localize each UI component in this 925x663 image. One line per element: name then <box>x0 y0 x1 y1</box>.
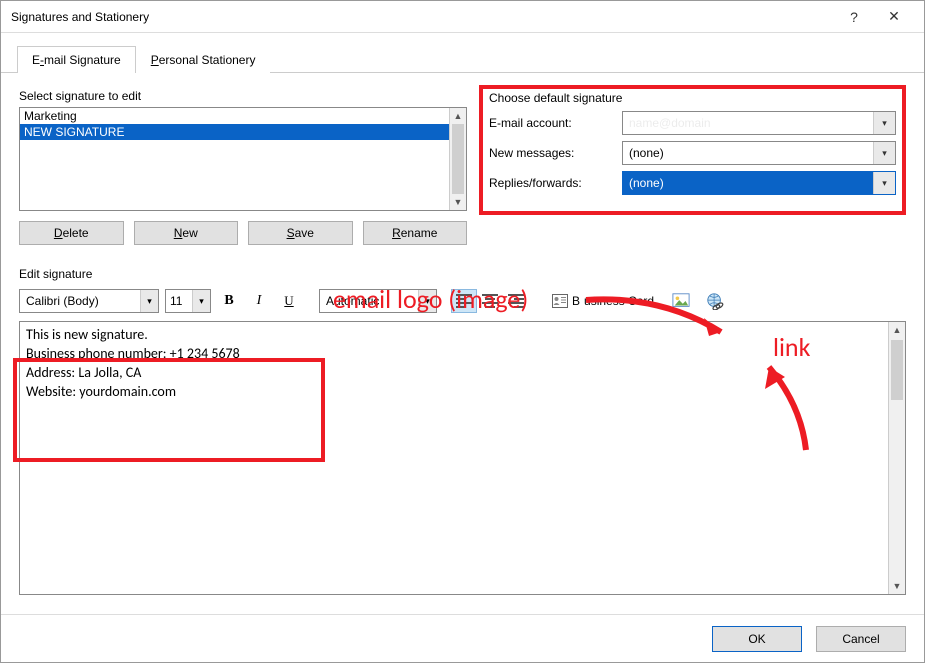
btn-text: ew <box>182 226 197 240</box>
align-left-button[interactable] <box>451 289 477 313</box>
scroll-down-icon[interactable]: ▼ <box>889 578 905 594</box>
color-value: Automatic <box>326 294 379 308</box>
email-account-label: E-mail account: <box>489 116 614 130</box>
select-value: (none) <box>629 146 664 160</box>
tab-label-part: E <box>32 53 40 67</box>
scroll-up-icon[interactable]: ▲ <box>450 108 466 124</box>
signature-editor[interactable]: This is new signature. Business phone nu… <box>19 321 906 595</box>
defaults-title: Choose default signature <box>489 91 896 105</box>
editor-toolbar: Calibri (Body) ▾ 11 ▾ B I U Automatic ▾ <box>19 287 906 315</box>
tab-label-part: mail Signature <box>44 53 121 67</box>
label-part: essages: <box>526 146 574 160</box>
align-center-button[interactable] <box>477 289 503 313</box>
cancel-button[interactable]: Cancel <box>816 626 906 652</box>
scroll-thumb[interactable] <box>891 340 903 400</box>
new-button[interactable]: New <box>134 221 239 245</box>
chevron-down-icon[interactable]: ▾ <box>418 290 436 312</box>
font-select[interactable]: Calibri (Body) ▾ <box>19 289 159 313</box>
dialog-body: Select signature to edit Marketing NEW S… <box>1 73 924 614</box>
tab-label-accel: P <box>151 53 159 67</box>
chevron-down-icon[interactable]: ▾ <box>873 112 895 134</box>
btn-text: usiness Card <box>584 294 654 308</box>
scroll-thumb[interactable] <box>452 124 464 194</box>
save-button[interactable]: Save <box>248 221 353 245</box>
edit-signature-label: Edit signature <box>19 267 906 281</box>
editor-line[interactable]: Address: La Jolla, CA <box>26 364 882 383</box>
select-value: (none) <box>629 176 664 190</box>
signature-item[interactable]: Marketing <box>20 108 449 124</box>
scroll-down-icon[interactable]: ▼ <box>450 194 466 210</box>
new-messages-label: New messages: <box>489 146 614 160</box>
editor-line[interactable]: Website: yourdomain.com <box>26 383 882 402</box>
label-part: orwards: <box>536 176 582 190</box>
label-part: count: <box>539 116 572 130</box>
btn-accel: B <box>572 294 580 308</box>
btn-accel: S <box>287 226 295 240</box>
tab-label-part: ersonal Stationery <box>159 53 256 67</box>
chevron-down-icon[interactable]: ▾ <box>140 290 158 312</box>
btn-accel: N <box>174 226 183 240</box>
chevron-down-icon[interactable]: ▾ <box>192 290 210 312</box>
italic-button[interactable]: I <box>247 289 271 313</box>
dialog-buttonbar: OK Cancel <box>1 614 924 662</box>
font-size-select[interactable]: 11 ▾ <box>165 289 211 313</box>
label-part: Replies/ <box>489 176 532 190</box>
font-color-select[interactable]: Automatic ▾ <box>319 289 437 313</box>
tab-strip: E-mail Signature Personal Stationery <box>1 33 924 73</box>
align-right-button[interactable] <box>503 289 529 313</box>
btn-text: elete <box>63 226 89 240</box>
email-account-select[interactable]: name@domain ▾ <box>622 111 896 135</box>
tab-email-signature[interactable]: E-mail Signature <box>17 46 136 73</box>
insert-hyperlink-button[interactable] <box>701 289 729 313</box>
editor-line[interactable]: Business phone number: +1 234 5678 <box>26 345 882 364</box>
defaults-group: Choose default signature E-mail account:… <box>479 85 906 215</box>
bold-button[interactable]: B <box>217 289 241 313</box>
new-messages-select[interactable]: (none) ▾ <box>622 141 896 165</box>
btn-accel: D <box>54 226 63 240</box>
size-value: 11 <box>170 294 182 308</box>
btn-text: ave <box>295 226 314 240</box>
replies-forwards-label: Replies/forwards: <box>489 176 614 190</box>
listbox-scrollbar[interactable]: ▲ ▼ <box>449 108 466 210</box>
titlebar: Signatures and Stationery ? ✕ <box>1 1 924 33</box>
chevron-down-icon[interactable]: ▾ <box>873 172 895 194</box>
close-button[interactable]: ✕ <box>874 1 914 33</box>
editor-line[interactable]: This is new signature. <box>26 326 882 345</box>
insert-image-button[interactable] <box>667 289 695 313</box>
tab-personal-stationery[interactable]: Personal Stationery <box>136 46 271 73</box>
editor-scrollbar[interactable]: ▲ ▼ <box>888 322 905 594</box>
label-accel: m <box>516 146 526 160</box>
btn-text: ename <box>401 226 438 240</box>
replies-forwards-select[interactable]: (none) ▾ <box>622 171 896 195</box>
label-part: New <box>489 146 516 160</box>
help-button[interactable]: ? <box>834 1 874 33</box>
dialog-window: Signatures and Stationery ? ✕ E-mail Sig… <box>0 0 925 663</box>
rename-button[interactable]: Rename <box>363 221 468 245</box>
ok-button[interactable]: OK <box>712 626 802 652</box>
business-card-icon <box>552 294 568 308</box>
business-card-button[interactable]: Business Card <box>545 289 661 313</box>
underline-button[interactable]: U <box>277 289 301 313</box>
chevron-down-icon[interactable]: ▾ <box>873 142 895 164</box>
picture-icon <box>672 292 690 310</box>
globe-link-icon <box>706 292 724 310</box>
select-value: name@domain <box>629 116 711 130</box>
signature-listbox[interactable]: Marketing NEW SIGNATURE ▲ ▼ <box>19 107 467 211</box>
select-signature-label: Select signature to edit <box>19 89 467 103</box>
btn-accel: R <box>392 226 401 240</box>
window-title: Signatures and Stationery <box>11 10 834 24</box>
delete-button[interactable]: Delete <box>19 221 124 245</box>
label-part: E-mail a <box>489 116 533 130</box>
scroll-up-icon[interactable]: ▲ <box>889 322 905 338</box>
font-value: Calibri (Body) <box>26 294 99 308</box>
signature-item[interactable]: NEW SIGNATURE <box>20 124 449 140</box>
